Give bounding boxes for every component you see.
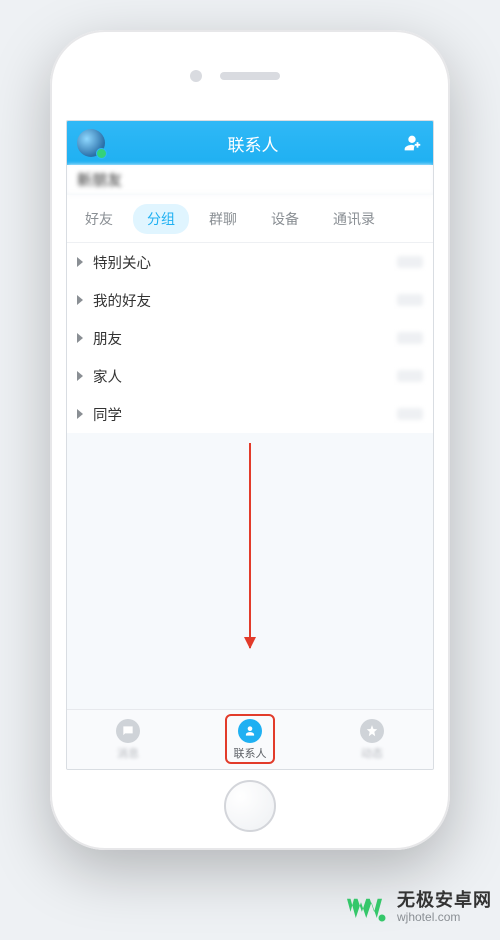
group-row-friends[interactable]: 朋友 xyxy=(67,319,433,357)
content-filler xyxy=(67,433,433,709)
add-contact-icon[interactable] xyxy=(401,132,423,154)
tab-phonebook[interactable]: 通讯录 xyxy=(319,204,389,234)
group-list: 特别关心 我的好友 朋友 家人 同学 xyxy=(67,243,433,433)
chevron-right-icon xyxy=(77,409,83,419)
avatar[interactable] xyxy=(77,129,105,157)
group-label: 同学 xyxy=(93,404,122,425)
bottom-nav: 消息 联系人 动态 xyxy=(67,709,433,769)
new-friend-row[interactable]: 新朋友 xyxy=(67,165,433,195)
group-label: 我的好友 xyxy=(93,290,151,311)
nav-messages[interactable]: 消息 xyxy=(67,710,189,769)
group-count xyxy=(397,294,423,306)
annotation-arrow xyxy=(249,443,251,648)
tab-groupchat[interactable]: 群聊 xyxy=(195,204,251,234)
chat-icon xyxy=(116,719,140,743)
group-count xyxy=(397,332,423,344)
phone-camera xyxy=(190,70,202,82)
group-count xyxy=(397,370,423,382)
chevron-right-icon xyxy=(77,257,83,267)
watermark-logo-icon xyxy=(347,890,389,932)
nav-label: 消息 xyxy=(117,745,139,761)
tab-friends[interactable]: 好友 xyxy=(71,204,127,234)
app-screen: 联系人 新朋友 好友 分组 群聊 设备 通讯录 特别关心 我的好友 xyxy=(66,120,434,770)
group-label: 朋友 xyxy=(93,328,122,349)
watermark-url: wjhotel.com xyxy=(397,911,492,925)
phone-speaker xyxy=(220,72,280,80)
star-icon xyxy=(360,719,384,743)
group-row-classmates[interactable]: 同学 xyxy=(67,395,433,433)
tab-devices[interactable]: 设备 xyxy=(257,204,313,234)
watermark: 无极安卓网 wjhotel.com xyxy=(347,890,492,932)
phone-frame: 联系人 新朋友 好友 分组 群聊 设备 通讯录 特别关心 我的好友 xyxy=(50,30,450,850)
group-count xyxy=(397,256,423,268)
category-tabs: 好友 分组 群聊 设备 通讯录 xyxy=(67,195,433,243)
chevron-right-icon xyxy=(77,295,83,305)
group-label: 家人 xyxy=(93,366,122,387)
group-row-family[interactable]: 家人 xyxy=(67,357,433,395)
home-button[interactable] xyxy=(224,780,276,832)
app-header: 联系人 xyxy=(67,121,433,165)
group-label: 特别关心 xyxy=(93,252,151,273)
nav-label: 动态 xyxy=(361,745,383,761)
group-row-myfriends[interactable]: 我的好友 xyxy=(67,281,433,319)
group-count xyxy=(397,408,423,420)
page-title: 联系人 xyxy=(228,131,279,156)
person-icon xyxy=(238,719,262,743)
chevron-right-icon xyxy=(77,333,83,343)
nav-contacts[interactable]: 联系人 xyxy=(189,710,311,769)
tab-groups[interactable]: 分组 xyxy=(133,204,189,234)
chevron-right-icon xyxy=(77,371,83,381)
nav-feeds[interactable]: 动态 xyxy=(311,710,433,769)
watermark-title: 无极安卓网 xyxy=(397,890,492,911)
group-row-special[interactable]: 特别关心 xyxy=(67,243,433,281)
nav-label: 联系人 xyxy=(234,745,267,761)
